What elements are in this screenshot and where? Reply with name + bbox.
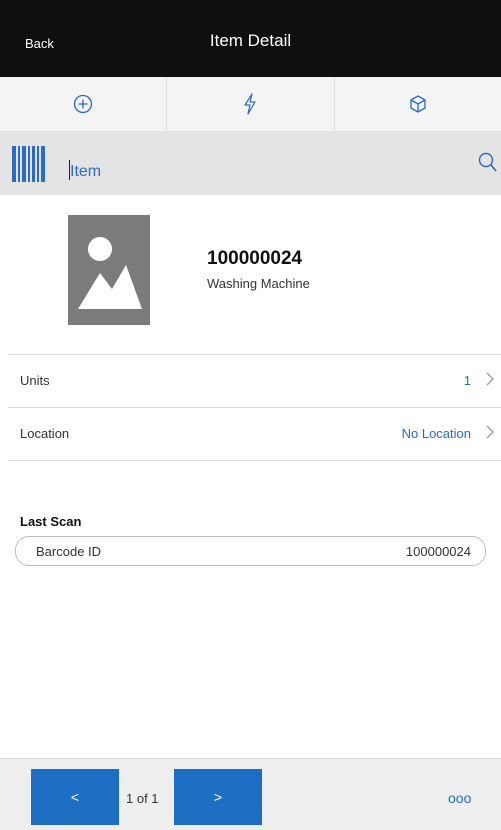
add-action-button[interactable] bbox=[0, 77, 168, 131]
location-row[interactable]: Location No Location bbox=[8, 407, 501, 461]
page-title: Item Detail bbox=[209, 31, 292, 50]
units-label: Units bbox=[20, 373, 50, 388]
quick-action-button[interactable] bbox=[167, 77, 335, 131]
previous-button[interactable]: < bbox=[31, 769, 119, 825]
location-value: No Location bbox=[401, 426, 471, 441]
location-label: Location bbox=[20, 426, 70, 441]
plus-circle-icon bbox=[74, 94, 93, 114]
page-indicator: 1 of 1 bbox=[126, 791, 159, 806]
image-placeholder-icon bbox=[78, 237, 142, 309]
units-value: 1 bbox=[463, 373, 471, 388]
units-row[interactable]: Units 1 bbox=[8, 354, 501, 408]
more-options-button[interactable]: ooo bbox=[448, 790, 471, 806]
lightning-icon bbox=[244, 93, 257, 115]
search-icon[interactable] bbox=[478, 151, 498, 173]
action-toolbar bbox=[0, 77, 501, 132]
cube-icon bbox=[410, 95, 426, 113]
barcode-id-label: Barcode ID bbox=[36, 544, 102, 559]
chevron-right-icon bbox=[486, 372, 494, 386]
next-button[interactable]: > bbox=[174, 769, 262, 825]
item-image bbox=[68, 215, 150, 325]
last-scan-field: Barcode ID 100000024 bbox=[15, 536, 486, 566]
chevron-right-icon bbox=[486, 425, 494, 439]
barcode-icon[interactable] bbox=[12, 146, 46, 182]
item-number: 100000024 bbox=[207, 248, 303, 269]
item-input[interactable]: Item bbox=[70, 163, 101, 181]
barcode-id-value: 100000024 bbox=[405, 544, 471, 559]
package-action-button[interactable] bbox=[335, 77, 501, 131]
item-description: Washing Machine bbox=[207, 276, 310, 291]
top-bar: Back Item Detail bbox=[0, 0, 501, 77]
last-scan-heading: Last Scan bbox=[20, 514, 82, 529]
